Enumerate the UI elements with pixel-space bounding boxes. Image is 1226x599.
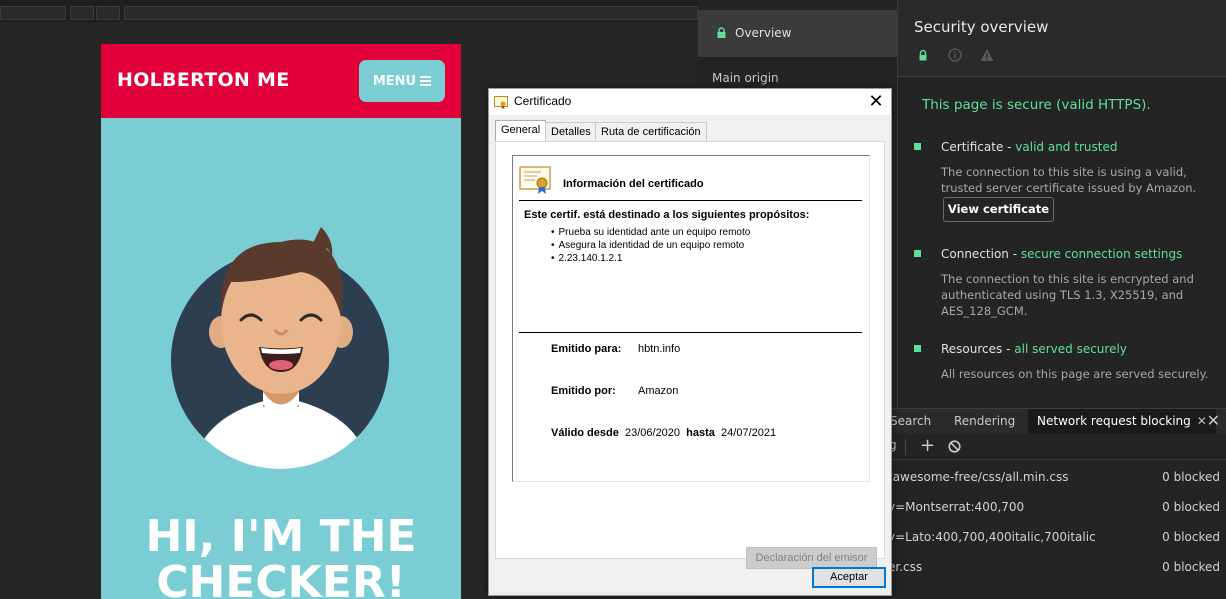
list-item: 2.23.140.1.2.1: [551, 252, 750, 265]
connection-label: Connection -: [941, 247, 1021, 261]
connection-title: Connection - secure connection settings: [941, 247, 1182, 261]
view-certificate-button[interactable]: View certificate: [943, 197, 1054, 222]
toolbar-segment: [96, 6, 120, 20]
block-icon[interactable]: [948, 440, 961, 453]
status-square-icon: [914, 143, 921, 150]
security-overview: Security overview This page is secure (v…: [898, 0, 1226, 408]
blocking-pattern: er.css: [888, 560, 923, 574]
list-item: Asegura la identidad de un equipo remoto: [551, 239, 750, 252]
info-icon[interactable]: [948, 48, 962, 62]
secure-summary: This page is secure (valid HTTPS).: [922, 97, 1151, 113]
resources-label: Resources -: [941, 342, 1015, 356]
mobile-preview: HOLBERTON ME MENU HI, I'M THE CHECKER!: [101, 44, 461, 599]
divider: [519, 200, 862, 201]
certificate-info-box: Información del certificado Este certif.…: [512, 155, 870, 482]
hero-line: HI, I'M THE: [145, 511, 417, 562]
close-tab-icon[interactable]: ✕: [1197, 414, 1207, 428]
sidebar-item-overview[interactable]: Overview: [698, 10, 898, 57]
certificate-description: The connection to this site is using a v…: [941, 165, 1197, 195]
tab-search[interactable]: Search: [890, 414, 931, 428]
list-item: Prueba su identidad ante un equipo remot…: [551, 226, 751, 239]
blocking-pattern: y=Lato:400,700,400italic,700italic: [888, 530, 1096, 544]
certificate-icon: [494, 96, 508, 109]
resources-status: all served securely: [1014, 342, 1127, 356]
blocking-row[interactable]: y=Montserrat:400,700 0 blocked: [888, 492, 1226, 522]
close-drawer-icon[interactable]: ✕: [1207, 411, 1220, 430]
blocking-row[interactable]: y=Lato:400,700,400italic,700italic 0 blo…: [888, 522, 1226, 552]
tab-network-request-blocking[interactable]: Network request blocking ✕: [1028, 409, 1216, 435]
security-title: Security overview: [914, 18, 1049, 36]
valid-to-value: 24/07/2021: [721, 427, 777, 439]
certificate-title: Certificate - valid and trusted: [941, 140, 1117, 154]
site-brand[interactable]: HOLBERTON ME: [117, 69, 290, 91]
add-pattern-icon[interactable]: +: [920, 435, 935, 456]
blocking-row[interactable]: tawesome-free/css/all.min.css 0 blocked: [888, 462, 1226, 492]
issuer-statement-button[interactable]: Declaración del emisor: [746, 547, 877, 569]
connection-description: The connection to this site is encrypted…: [941, 272, 1194, 318]
close-icon[interactable]: ✕: [861, 89, 891, 115]
sidebar-item-label: Overview: [735, 26, 792, 40]
issued-to-row: Emitido para:: [551, 343, 621, 355]
valid-from-value: 23/06/2020: [624, 427, 681, 439]
hero-line: CHECKER!: [156, 557, 406, 599]
status-square-icon: [914, 250, 921, 257]
valid-to-label: hasta: [686, 427, 715, 439]
tab-general[interactable]: General: [495, 120, 547, 142]
divider: [519, 332, 862, 333]
accept-button[interactable]: Aceptar: [812, 567, 886, 588]
certificate-status: valid and trusted: [1015, 140, 1118, 154]
site-header: HOLBERTON ME MENU: [101, 44, 461, 118]
lock-icon[interactable]: [916, 48, 930, 62]
blocked-count: 0 blocked: [1162, 560, 1220, 574]
certificate-dialog: Certificado ✕ General Detalles Ruta de c…: [488, 88, 892, 596]
tab-label: Network request blocking: [1037, 414, 1191, 428]
issued-by-row: Emitido por:: [551, 385, 616, 397]
blocking-pattern: tawesome-free/css/all.min.css: [888, 470, 1069, 484]
hamburger-icon: [420, 74, 432, 88]
menu-button[interactable]: MENU: [359, 60, 445, 102]
issued-to-label: Emitido para:: [551, 343, 622, 355]
issued-to-value: hbtn.info: [638, 343, 681, 355]
security-header: Security overview: [898, 0, 1226, 77]
blocking-row[interactable]: er.css 0 blocked: [888, 552, 1226, 582]
toolbar-segment: [124, 6, 698, 20]
toolbar-segment: [70, 6, 94, 20]
purpose-list: Prueba su identidad ante un equipo remot…: [551, 226, 751, 265]
blocked-count: 0 blocked: [1162, 470, 1220, 484]
certificate-heading: Información del certificado: [563, 178, 704, 190]
blocked-count: 0 blocked: [1162, 530, 1220, 544]
device-toolbar-strip: [0, 0, 698, 22]
lock-icon: [717, 27, 726, 38]
connection-status: secure connection settings: [1020, 247, 1183, 261]
issued-by-label: Emitido por:: [551, 385, 616, 397]
warning-icon[interactable]: [980, 48, 994, 62]
toolbar-segment: [0, 6, 66, 20]
purpose-title: Este certif. está destinado a los siguie…: [524, 209, 810, 221]
toolbar-separator: [905, 439, 906, 455]
general-tab-panel: Información del certificado Este certif.…: [495, 141, 885, 569]
tab-rendering[interactable]: Rendering: [954, 414, 1015, 428]
certificate-icon: [519, 166, 551, 194]
issued-by-value: Amazon: [638, 385, 679, 397]
certificate-label: Certificate -: [941, 140, 1016, 154]
dialog-titlebar: Certificado ✕: [489, 89, 891, 115]
tab-details[interactable]: Detalles: [545, 122, 597, 142]
hero-heading: HI, I'M THE CHECKER!: [101, 514, 461, 599]
valid-from-label: Válido desde: [551, 427, 619, 439]
status-square-icon: [914, 345, 921, 352]
tab-certification-path[interactable]: Ruta de certificación: [595, 122, 707, 142]
resources-title: Resources - all served securely: [941, 342, 1127, 356]
avatar: [171, 227, 389, 469]
blocked-count: 0 blocked: [1162, 500, 1220, 514]
dialog-title: Certificado: [514, 94, 572, 108]
validity-row: Válido desde 23/06/2020 hasta 24/07/2021: [551, 427, 776, 439]
blocking-pattern: y=Montserrat:400,700: [888, 500, 1025, 514]
resources-description: All resources on this page are served se…: [941, 367, 1209, 381]
sidebar-main-origin: Main origin: [712, 71, 779, 85]
menu-label: MENU: [372, 73, 417, 89]
